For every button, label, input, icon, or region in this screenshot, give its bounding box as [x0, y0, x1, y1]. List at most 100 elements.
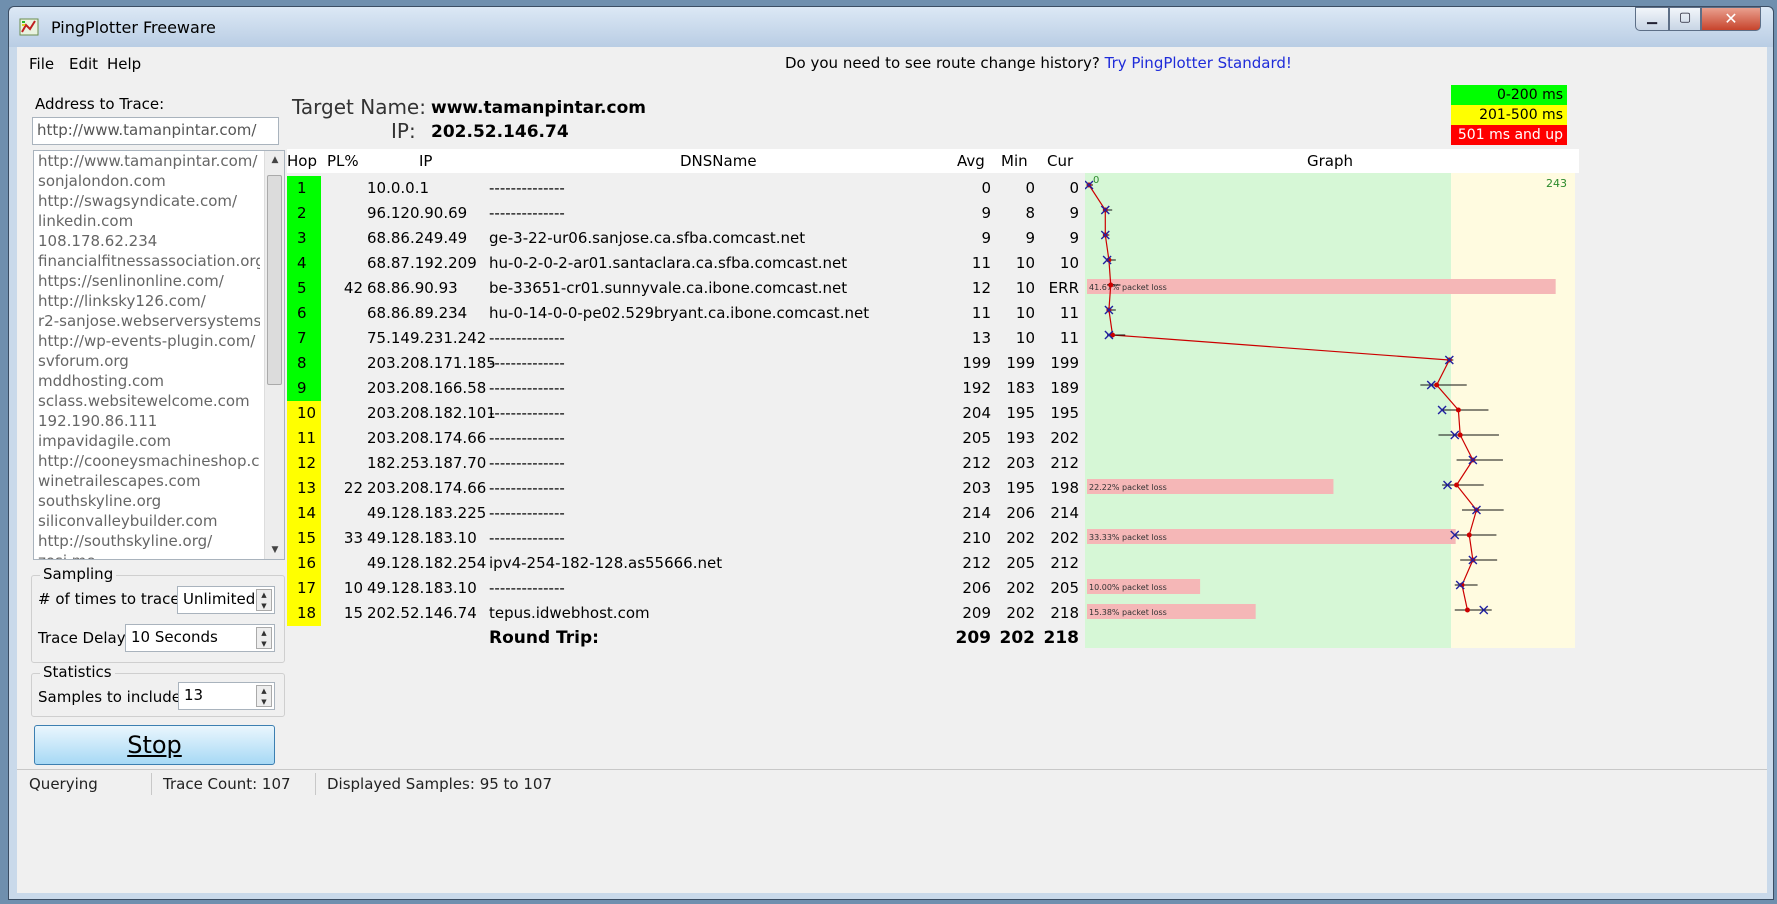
cur-cell: 10 [1059, 254, 1079, 272]
menu-file[interactable]: File [29, 55, 54, 73]
history-item[interactable]: http://swagsyndicate.com/ [34, 191, 260, 211]
min-cell: 202 [1006, 529, 1035, 547]
avg-cell: 9 [981, 229, 991, 247]
samples-spinner[interactable]: 13 ▲ ▼ [178, 682, 275, 710]
menu-edit[interactable]: Edit [69, 55, 98, 73]
pl-cell: 10 [343, 579, 363, 597]
min-cell: 206 [1006, 504, 1035, 522]
spinner-arrows-icon[interactable]: ▲ ▼ [256, 627, 272, 649]
latency-graph[interactable]: 0 243 41.67% packet loss 22.22% packet loss… [1085, 173, 1575, 648]
scroll-up-icon[interactable]: ▲ [265, 155, 284, 165]
hop-cell: 16 [287, 551, 321, 576]
avg-dot [1454, 482, 1460, 488]
app-icon [19, 18, 39, 36]
header-cur[interactable]: Cur [1047, 152, 1073, 170]
history-item[interactable]: sonjalondon.com [34, 171, 260, 191]
history-item[interactable]: https://senlinonline.com/ [34, 271, 260, 291]
header-pl[interactable]: PL% [327, 152, 359, 170]
history-scrollbar[interactable]: ▲ ▼ [264, 151, 284, 559]
ip-cell: 49.128.183.225 [367, 504, 487, 522]
cur-cell: 212 [1050, 554, 1079, 572]
history-item[interactable]: r2-sanjose.webserversystems.cc [34, 311, 260, 331]
ip-cell: 68.86.89.234 [367, 304, 468, 322]
pl-cell [325, 176, 363, 201]
pl-cell [325, 501, 363, 526]
scroll-down-icon[interactable]: ▼ [265, 545, 284, 555]
header-ip[interactable]: IP [419, 152, 432, 170]
round-trip-min: 202 [999, 628, 1036, 648]
status-state: Querying [29, 775, 98, 793]
promo-link[interactable]: Try PingPlotter Standard! [1105, 54, 1292, 72]
times-label: # of times to trace: [38, 590, 185, 608]
header-dnsname[interactable]: DNSName [680, 152, 757, 170]
spinner-arrows-icon[interactable]: ▲ ▼ [256, 589, 272, 611]
cur-cell: 218 [1050, 604, 1079, 622]
min-cell: 195 [1006, 404, 1035, 422]
client-area: File Edit Help Do you need to see route … [17, 47, 1767, 893]
avg-cell: 11 [971, 254, 991, 272]
maximize-button[interactable]: ▢ [1669, 7, 1701, 31]
min-cell: 193 [1006, 429, 1035, 447]
history-item[interactable]: linkedin.com [34, 211, 260, 231]
min-cell: 202 [1006, 579, 1035, 597]
packet-loss-label: 10.00% packet loss [1089, 583, 1167, 592]
ip-cell: 75.149.231.242 [367, 329, 487, 347]
history-item[interactable]: mddhosting.com [34, 371, 260, 391]
dns-cell: be-33651-cr01.sunnyvale.ca.ibone.comcast… [489, 279, 848, 297]
ip-cell: 202.52.146.74 [367, 604, 477, 622]
history-item[interactable]: financialfitnessassociation.org [34, 251, 260, 271]
history-item[interactable]: sclass.websitewelcome.com [34, 391, 260, 411]
close-button[interactable]: ✕ [1701, 7, 1761, 31]
avg-dot [1466, 532, 1472, 538]
pl-cell [325, 376, 363, 401]
avg-dot [1464, 607, 1470, 613]
scroll-thumb[interactable] [267, 175, 282, 385]
history-item[interactable]: http://southskyline.org/ [34, 531, 260, 551]
hop-cell: 17 [287, 576, 321, 601]
menu-help[interactable]: Help [107, 55, 141, 73]
ip-cell: 203.208.171.185 [367, 354, 496, 372]
pl-cell [325, 426, 363, 451]
ip-cell: 68.86.90.93 [367, 279, 458, 297]
history-item[interactable]: southskyline.org [34, 491, 260, 511]
cur-cell: 9 [1069, 229, 1079, 247]
dns-cell: -------------- [489, 504, 565, 522]
ip-cell: 49.128.183.10 [367, 529, 477, 547]
hop-cell: 4 [287, 251, 321, 276]
legend-item: 201-500 ms [1451, 105, 1567, 125]
times-value: Unlimited [183, 590, 256, 608]
stop-button[interactable]: Stop [34, 725, 275, 765]
history-item[interactable]: zosi.me [34, 551, 260, 559]
header-hop[interactable]: Hop [287, 152, 317, 170]
delay-spinner[interactable]: 10 Seconds ▲ ▼ [125, 624, 275, 652]
history-item[interactable]: impavidagile.com [34, 431, 260, 451]
history-item[interactable]: winetrailescapes.com [34, 471, 260, 491]
hop-cell: 5 [287, 276, 321, 301]
dns-cell: -------------- [489, 454, 565, 472]
history-item[interactable]: http://linksky126.com/ [34, 291, 260, 311]
window-title: PingPlotter Freeware [51, 18, 216, 37]
history-item[interactable]: siliconvalleybuilder.com [34, 511, 260, 531]
dns-cell: -------------- [489, 529, 565, 547]
maximize-icon: ▢ [1678, 10, 1692, 25]
history-item[interactable]: http://cooneysmachineshop.co [34, 451, 260, 471]
history-item[interactable]: 108.178.62.234 [34, 231, 260, 251]
history-item[interactable]: 192.190.86.111 [34, 411, 260, 431]
address-input[interactable]: http://www.tamanpintar.com/ [32, 117, 279, 145]
header-graph[interactable]: Graph [1307, 152, 1353, 170]
dns-cell: -------------- [489, 354, 565, 372]
samples-value: 13 [184, 686, 204, 704]
address-history-list[interactable]: http://www.tamanpintar.com/sonjalondon.c… [33, 150, 285, 560]
history-item[interactable]: svforum.org [34, 351, 260, 371]
hop-cell: 9 [287, 376, 321, 401]
spinner-arrows-icon[interactable]: ▲ ▼ [256, 685, 272, 707]
dns-cell: tepus.idwebhost.com [489, 604, 650, 622]
history-item[interactable]: http://wp-events-plugin.com/ [34, 331, 260, 351]
avg-cell: 9 [981, 204, 991, 222]
minimize-button[interactable]: ▁ [1635, 7, 1669, 31]
history-item[interactable]: http://www.tamanpintar.com/ [34, 151, 260, 171]
dns-cell: -------------- [489, 204, 565, 222]
header-avg[interactable]: Avg [957, 152, 985, 170]
header-min[interactable]: Min [1001, 152, 1028, 170]
times-spinner[interactable]: Unlimited ▲ ▼ [177, 586, 275, 614]
